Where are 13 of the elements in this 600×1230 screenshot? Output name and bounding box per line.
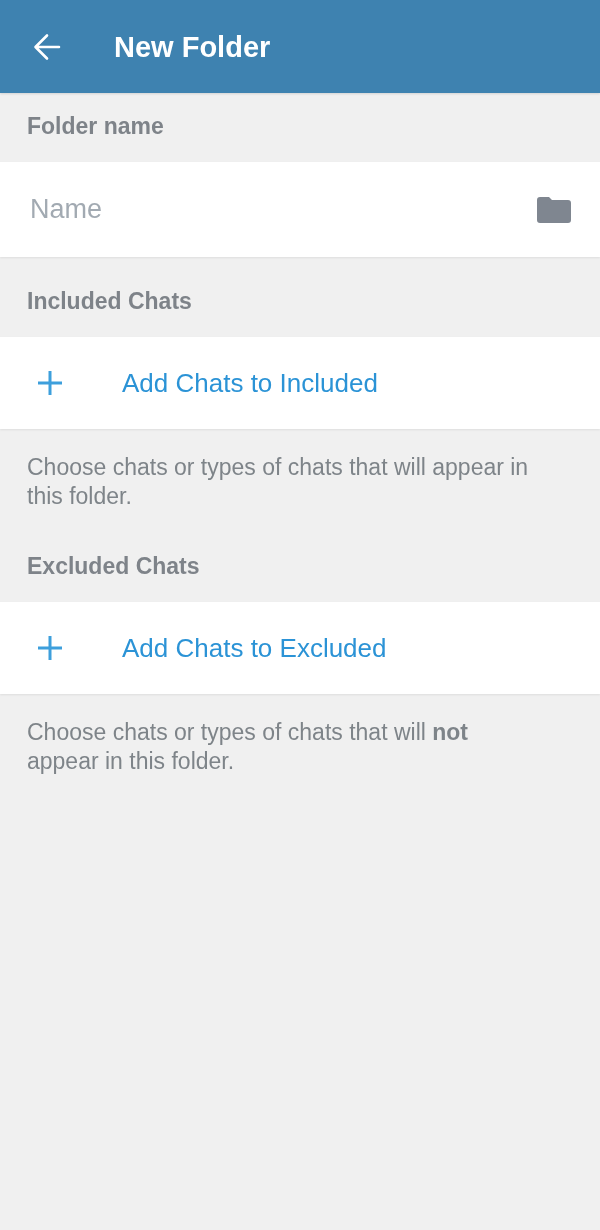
- name-field[interactable]: Name: [0, 162, 600, 257]
- folder-icon: [537, 197, 571, 223]
- plus-icon: [38, 371, 62, 395]
- section-header: Folder name: [27, 112, 164, 141]
- plus-icon: [38, 636, 62, 660]
- screen-title: New Folder: [114, 29, 271, 64]
- section-header: Included Chats: [27, 287, 192, 316]
- add-chats-button[interactable]: Add Chats to Excluded: [0, 602, 600, 694]
- hint-text: Choose chats or types of chats that will not appear in this folder.: [27, 718, 470, 776]
- back-arrow-icon: [33, 32, 61, 61]
- section-header: Excluded Chats: [27, 552, 200, 581]
- hint-text: Choose chats or types of chats that will appear in this folder.: [27, 453, 530, 511]
- add-chats-button[interactable]: Add Chats to Included: [0, 337, 600, 429]
